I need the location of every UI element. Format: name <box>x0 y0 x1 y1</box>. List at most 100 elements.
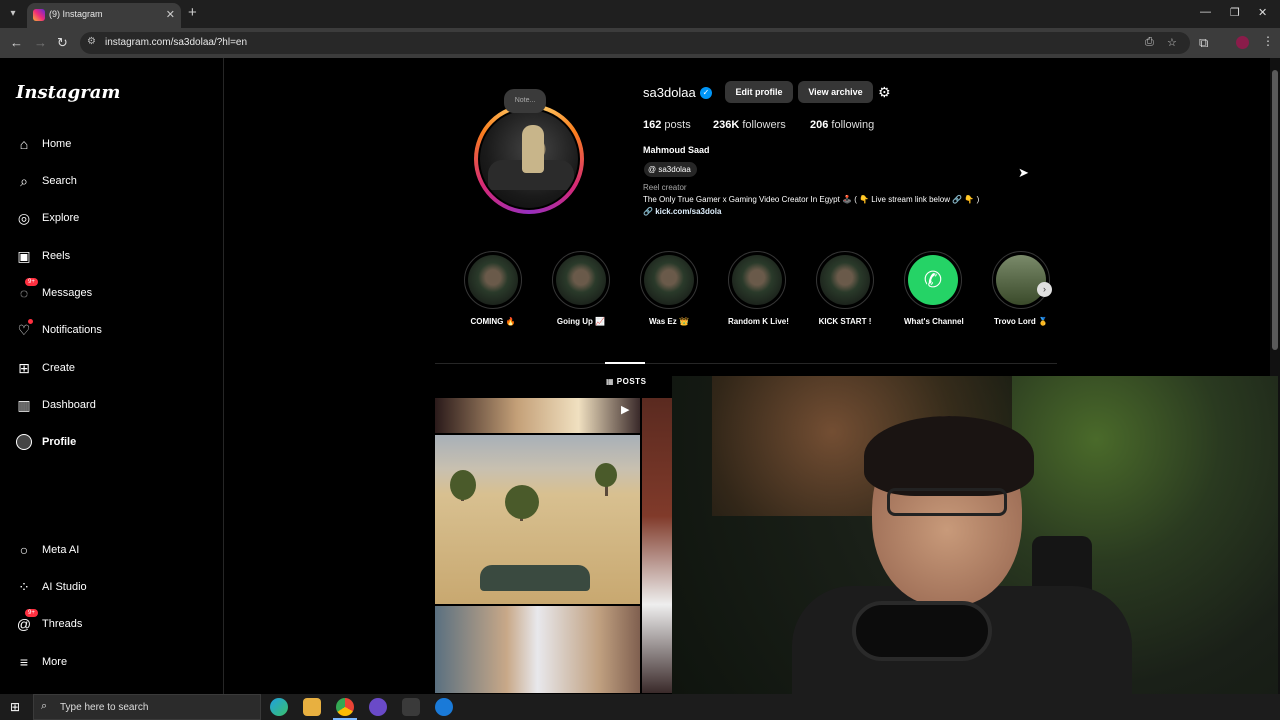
search-icon: ⌕ <box>20 172 28 189</box>
star-icon[interactable]: ☆ <box>1167 36 1177 49</box>
app-window-icon[interactable] <box>402 698 420 716</box>
post-thumbnail[interactable] <box>435 398 640 433</box>
browser-toolbar: ← → ↻ ⚙ instagram.com/sa3dolaa/?hl=en ⎙ … <box>0 28 1280 58</box>
following-count[interactable]: 206 following <box>810 119 874 131</box>
browser-tab-bar: ▾ (9) Instagram ✕ + — ❐ ✕ <box>0 0 1280 28</box>
highlight-item[interactable]: COMING 🔥 <box>464 251 522 326</box>
edit-profile-button[interactable]: Edit profile <box>725 81 793 103</box>
chevron-right-icon[interactable]: › <box>1037 282 1052 297</box>
highlight-item[interactable]: ✆ What's Channel <box>904 251 964 326</box>
tabs-divider <box>435 363 1057 364</box>
sidebar-item-label: Create <box>42 362 76 374</box>
more-vert-icon[interactable]: ⋮ <box>1262 34 1274 48</box>
highlight-cover <box>732 255 782 305</box>
sidebar-item-home[interactable]: ⌂ Home <box>15 132 72 156</box>
posts-count[interactable]: 162 posts <box>643 119 691 131</box>
chrome-icon[interactable] <box>336 698 354 716</box>
heart-icon: ♡ <box>15 319 33 339</box>
discord-icon[interactable] <box>369 698 387 716</box>
followers-count-value: 236K <box>713 119 740 131</box>
address-bar[interactable]: ⚙ instagram.com/sa3dolaa/?hl=en ⎙ ☆ <box>80 32 1190 54</box>
tree-shape <box>595 463 617 487</box>
highlight-cover <box>820 255 870 305</box>
chart-icon: ▥ <box>17 396 31 413</box>
grid-icon: ⁘ <box>18 578 30 595</box>
threads-badge-link[interactable]: @ sa3dolaa <box>644 162 697 177</box>
instagram-favicon-icon <box>33 9 45 21</box>
minimize-icon[interactable]: — <box>1200 6 1211 18</box>
sidebar-item-more[interactable]: ≡ More <box>15 650 67 674</box>
post-thumbnail[interactable] <box>642 398 672 693</box>
close-window-icon[interactable]: ✕ <box>1258 6 1267 19</box>
sidebar-item-create[interactable]: ⊞ Create <box>15 356 75 380</box>
forward-icon[interactable]: → <box>34 35 47 50</box>
taskbar-search[interactable]: ⌕ Type here to search <box>33 694 261 720</box>
close-icon[interactable]: ✕ <box>166 8 175 21</box>
sidebar-item-threads[interactable]: @9+ Threads <box>15 609 83 636</box>
browser-profile-avatar[interactable] <box>1236 36 1249 49</box>
post-thumbnail[interactable] <box>435 606 640 693</box>
threads-handle: sa3dolaa <box>658 165 691 174</box>
instagram-logo[interactable]: Instagram <box>16 82 120 103</box>
mouse-cursor-icon: ➤ <box>1018 165 1029 180</box>
sidebar-item-dashboard[interactable]: ▥ Dashboard <box>15 393 95 417</box>
install-icon[interactable]: ⎙ <box>1145 36 1154 49</box>
profile-link-text[interactable]: kick.com/sa3dola <box>655 207 721 216</box>
sidebar-item-label: Explore <box>42 212 80 224</box>
note-bubble[interactable]: Note... <box>504 89 546 113</box>
sidebar-item-label: Home <box>42 138 72 150</box>
profile-bio: The Only True Gamer x Gaming Video Creat… <box>643 195 980 204</box>
sidebar-item-search[interactable]: ⌕ Search <box>15 169 77 193</box>
highlight-item[interactable]: KICK START ! <box>816 251 874 326</box>
windows-start-icon[interactable]: ⊞ <box>10 700 20 714</box>
sidebar-item-label: Reels <box>42 250 71 262</box>
highlight-item[interactable]: Was Ez 👑 <box>640 251 698 326</box>
person-hair <box>864 416 1034 496</box>
highlight-item[interactable]: Going Up 📈 <box>552 251 610 326</box>
profile-link[interactable]: 🔗 kick.com/sa3dola <box>643 207 721 216</box>
whatsapp-icon: ✆ <box>908 255 958 305</box>
url-text[interactable]: instagram.com/sa3dolaa/?hl=en <box>105 37 247 48</box>
edge-icon[interactable] <box>270 698 288 716</box>
chevron-down-icon[interactable]: ▾ <box>4 5 22 23</box>
followers-count[interactable]: 236K followers <box>713 119 786 131</box>
view-archive-button[interactable]: View archive <box>798 81 873 103</box>
sidebar-item-notifications[interactable]: ♡ Notifications <box>15 318 102 342</box>
file-explorer-icon[interactable] <box>303 698 321 716</box>
hamburger-icon: ≡ <box>19 654 29 670</box>
active-tab-indicator <box>605 362 645 364</box>
threads-icon: @ <box>648 165 659 174</box>
verified-badge-icon: ✓ <box>700 87 712 99</box>
highlight-label: COMING 🔥 <box>470 317 516 326</box>
sidebar-item-reels[interactable]: ▣ Reels <box>15 244 70 268</box>
highlight-item[interactable]: Random K Live! <box>728 251 789 326</box>
sidebar-item-profile[interactable]: Profile <box>15 430 76 454</box>
highlight-cover <box>644 255 694 305</box>
gear-icon[interactable]: ⚙ <box>878 84 891 101</box>
sidebar-item-meta-ai[interactable]: ○ Meta AI <box>15 538 80 562</box>
site-info-icon[interactable]: ⚙ <box>87 36 96 47</box>
tab-posts-label: POSTS <box>616 377 647 386</box>
browser-tab[interactable]: (9) Instagram ✕ <box>27 3 181 28</box>
sidebar-item-explore[interactable]: ◎ Explore <box>15 206 79 230</box>
messages-badge: 9+ <box>25 278 38 286</box>
glasses <box>887 488 1007 516</box>
threads-badge: 9+ <box>25 609 38 617</box>
back-icon[interactable]: ← <box>10 35 23 50</box>
app-icon[interactable] <box>435 698 453 716</box>
sidebar-item-label: Notifications <box>42 324 102 336</box>
reload-icon[interactable]: ↻ <box>57 35 68 51</box>
tree-shape <box>505 485 539 519</box>
restore-icon[interactable]: ❐ <box>1230 6 1240 19</box>
profile-avatar[interactable] <box>478 108 580 210</box>
highlight-label: What's Channel <box>904 317 964 326</box>
tab-posts[interactable]: ▦ POSTS <box>606 377 646 386</box>
sidebar-item-ai-studio[interactable]: ⁘ AI Studio <box>15 575 87 599</box>
scrollbar-thumb[interactable] <box>1272 70 1278 350</box>
plus-icon[interactable]: + <box>188 4 197 21</box>
sidebar: Instagram ⌂ Home ⌕ Search ◎ Explore ▣ Re… <box>0 58 224 694</box>
extensions-icon[interactable]: ⧉ <box>1199 35 1208 51</box>
sidebar-item-messages[interactable]: ◌ 9+ Messages <box>15 278 92 305</box>
headphones <box>852 601 992 661</box>
sidebar-item-label: Threads <box>42 618 83 630</box>
